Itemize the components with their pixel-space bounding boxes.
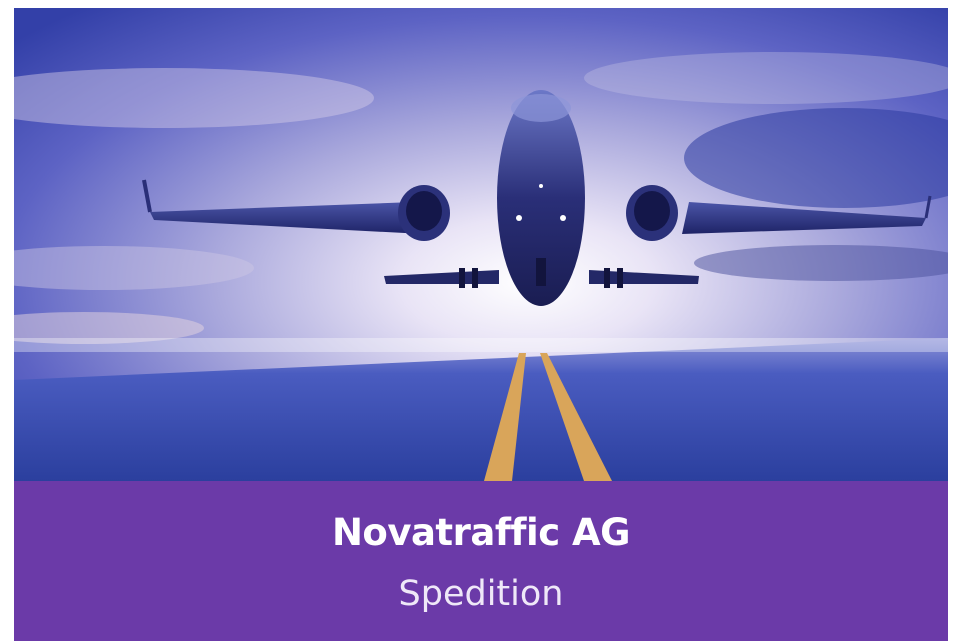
company-category: Spedition	[398, 574, 564, 614]
company-name[interactable]: Novatraffic AG	[14, 511, 948, 554]
company-card[interactable]: Novatraffic AG Spedition	[14, 8, 948, 641]
airplane-photo	[14, 8, 948, 481]
card-caption: Novatraffic AG Spedition	[14, 481, 948, 641]
